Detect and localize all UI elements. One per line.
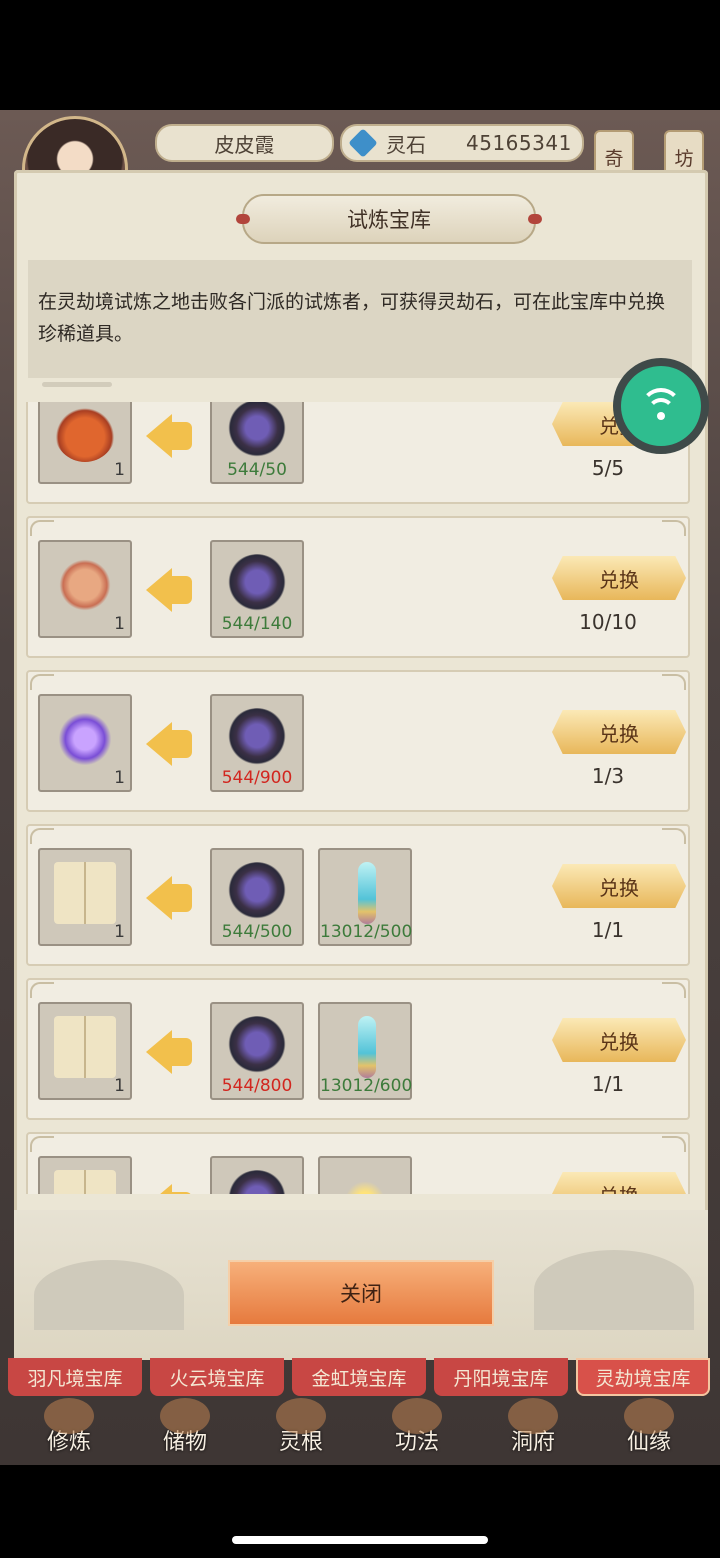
sword-icon bbox=[358, 862, 376, 924]
cost-slot[interactable] bbox=[210, 1156, 304, 1194]
reward-qty: 1 bbox=[114, 922, 125, 942]
cost-amount: 544/50 bbox=[227, 460, 287, 480]
bottom-nav: 修炼 储物 灵根 功法 洞府 仙缘 bbox=[0, 1396, 720, 1462]
nav-spirit-root[interactable]: 灵根 bbox=[246, 1398, 356, 1462]
reward-slot[interactable] bbox=[38, 1156, 132, 1194]
exchange-button[interactable]: 兑换 bbox=[552, 1172, 686, 1194]
wifi-icon bbox=[621, 366, 701, 446]
reward-slot[interactable]: 1 bbox=[38, 402, 132, 484]
exchange-button[interactable]: 兑换 bbox=[552, 1018, 686, 1062]
exchange-button[interactable]: 兑换 bbox=[552, 710, 686, 754]
crystal-icon bbox=[54, 708, 116, 770]
book-icon bbox=[54, 1016, 116, 1078]
tab-jinhong[interactable]: 金虹境宝库 bbox=[292, 1358, 426, 1396]
tab-linjie[interactable]: 灵劫境宝库 bbox=[576, 1358, 710, 1396]
top-bar: 皮皮霞 灵石 45165341 奇 坊 bbox=[0, 110, 720, 222]
exchange-limit: 5/5 bbox=[591, 456, 625, 480]
exchange-list[interactable]: 1 544/50 兑换 5/5 1 544/140 兑换 10/10 bbox=[26, 402, 694, 1194]
cost-slot[interactable]: 544/140 bbox=[210, 540, 304, 638]
panel-description: 在灵劫境试炼之地击败各门派的试炼者，可获得灵劫石，可在此宝库中兑换珍稀道具。 bbox=[28, 260, 692, 378]
spirit-root-icon bbox=[276, 1398, 326, 1434]
nav-storage[interactable]: 储物 bbox=[130, 1398, 240, 1462]
exchange-row: 兑换 bbox=[26, 1132, 690, 1194]
wifi-floating-button[interactable] bbox=[613, 358, 709, 454]
exchange-limit: 10/10 bbox=[579, 610, 637, 634]
currency-display: 灵石 45165341 bbox=[340, 124, 584, 162]
tab-huoyun[interactable]: 火云境宝库 bbox=[150, 1358, 284, 1396]
cave-icon bbox=[508, 1398, 558, 1434]
tab-danyang[interactable]: 丹阳境宝库 bbox=[434, 1358, 568, 1396]
cost-slot[interactable]: 13012/600 bbox=[318, 1002, 412, 1100]
cost-amount: 544/900 bbox=[221, 768, 293, 788]
trial-treasury-panel: 试炼宝库 在灵劫境试炼之地击败各门派的试炼者，可获得灵劫石，可在此宝库中兑换珍稀… bbox=[14, 170, 708, 1360]
spirit-stone-icon bbox=[226, 1170, 288, 1194]
tab-yufan[interactable]: 羽凡境宝库 bbox=[8, 1358, 142, 1396]
treasury-tabs: 羽凡境宝库 火云境宝库 金虹境宝库 丹阳境宝库 灵劫境宝库 bbox=[0, 1356, 720, 1396]
exchange-row: 1 544/50 兑换 5/5 bbox=[26, 402, 690, 504]
panel-title: 试炼宝库 bbox=[236, 194, 542, 244]
arrow-left-icon bbox=[146, 876, 172, 920]
nav-cultivate[interactable]: 修炼 bbox=[14, 1398, 124, 1462]
scroll-icon bbox=[54, 554, 116, 616]
exchange-limit: 1/1 bbox=[591, 1072, 625, 1096]
arrow-left-icon bbox=[146, 1184, 172, 1194]
spirit-stone-icon bbox=[226, 1016, 288, 1078]
book-icon bbox=[54, 1170, 116, 1194]
cultivate-icon bbox=[44, 1398, 94, 1434]
arrow-left-icon bbox=[146, 722, 172, 766]
reward-qty: 1 bbox=[114, 1076, 125, 1096]
storage-icon bbox=[160, 1398, 210, 1434]
spirit-stone-icon bbox=[226, 708, 288, 770]
spirit-stone-icon bbox=[348, 128, 378, 158]
nav-cave[interactable]: 洞府 bbox=[478, 1398, 588, 1462]
exchange-button[interactable]: 兑换 bbox=[552, 864, 686, 908]
cost-slot[interactable]: 544/900 bbox=[210, 694, 304, 792]
exchange-row: 1 544/140 兑换 10/10 bbox=[26, 516, 690, 658]
reward-qty: 1 bbox=[114, 460, 125, 480]
currency-label: 灵石 bbox=[386, 132, 426, 157]
cost-slot[interactable]: 544/50 bbox=[210, 402, 304, 484]
home-indicator[interactable] bbox=[232, 1536, 488, 1544]
reward-slot[interactable]: 1 bbox=[38, 540, 132, 638]
cost-slot[interactable] bbox=[318, 1156, 412, 1194]
exchange-limit: 1/1 bbox=[591, 918, 625, 942]
exchange-row: 1 544/900 兑换 1/3 bbox=[26, 670, 690, 812]
arrow-left-icon bbox=[146, 1030, 172, 1074]
cost-slot[interactable]: 544/500 bbox=[210, 848, 304, 946]
gourd-icon bbox=[54, 402, 116, 462]
reward-qty: 1 bbox=[114, 614, 125, 634]
reward-qty: 1 bbox=[114, 768, 125, 788]
reward-slot[interactable]: 1 bbox=[38, 848, 132, 946]
sword-icon bbox=[358, 1016, 376, 1078]
reward-slot[interactable]: 1 bbox=[38, 1002, 132, 1100]
cost-amount: 544/140 bbox=[221, 614, 293, 634]
arrow-left-icon bbox=[146, 414, 172, 458]
scroll-indicator[interactable] bbox=[42, 382, 112, 387]
cost-slot[interactable]: 13012/500 bbox=[318, 848, 412, 946]
flame-icon bbox=[334, 1170, 396, 1194]
close-button[interactable]: 关闭 bbox=[228, 1260, 494, 1326]
spirit-stone-icon bbox=[226, 554, 288, 616]
exchange-button[interactable]: 兑换 bbox=[552, 556, 686, 600]
cost-amount: 544/800 bbox=[221, 1076, 293, 1096]
spirit-stone-icon bbox=[226, 402, 288, 462]
spirit-stone-icon bbox=[226, 862, 288, 924]
player-name: 皮皮霞 bbox=[155, 124, 334, 162]
nav-fate[interactable]: 仙缘 bbox=[594, 1398, 704, 1462]
exchange-row: 1 544/800 13012/600 兑换 1/1 bbox=[26, 978, 690, 1120]
reward-slot[interactable]: 1 bbox=[38, 694, 132, 792]
cost-slot[interactable]: 544/800 bbox=[210, 1002, 304, 1100]
exchange-row: 1 544/500 13012/500 兑换 1/1 bbox=[26, 824, 690, 966]
book-icon bbox=[54, 862, 116, 924]
cost-amount: 544/500 bbox=[221, 922, 293, 942]
arrow-left-icon bbox=[146, 568, 172, 612]
techniques-icon bbox=[392, 1398, 442, 1434]
cost-amount: 13012/600 bbox=[320, 1076, 413, 1096]
cost-amount: 13012/500 bbox=[320, 922, 413, 942]
nav-techniques[interactable]: 功法 bbox=[362, 1398, 472, 1462]
fate-icon bbox=[624, 1398, 674, 1434]
currency-value: 45165341 bbox=[466, 131, 572, 155]
exchange-limit: 1/3 bbox=[591, 764, 625, 788]
